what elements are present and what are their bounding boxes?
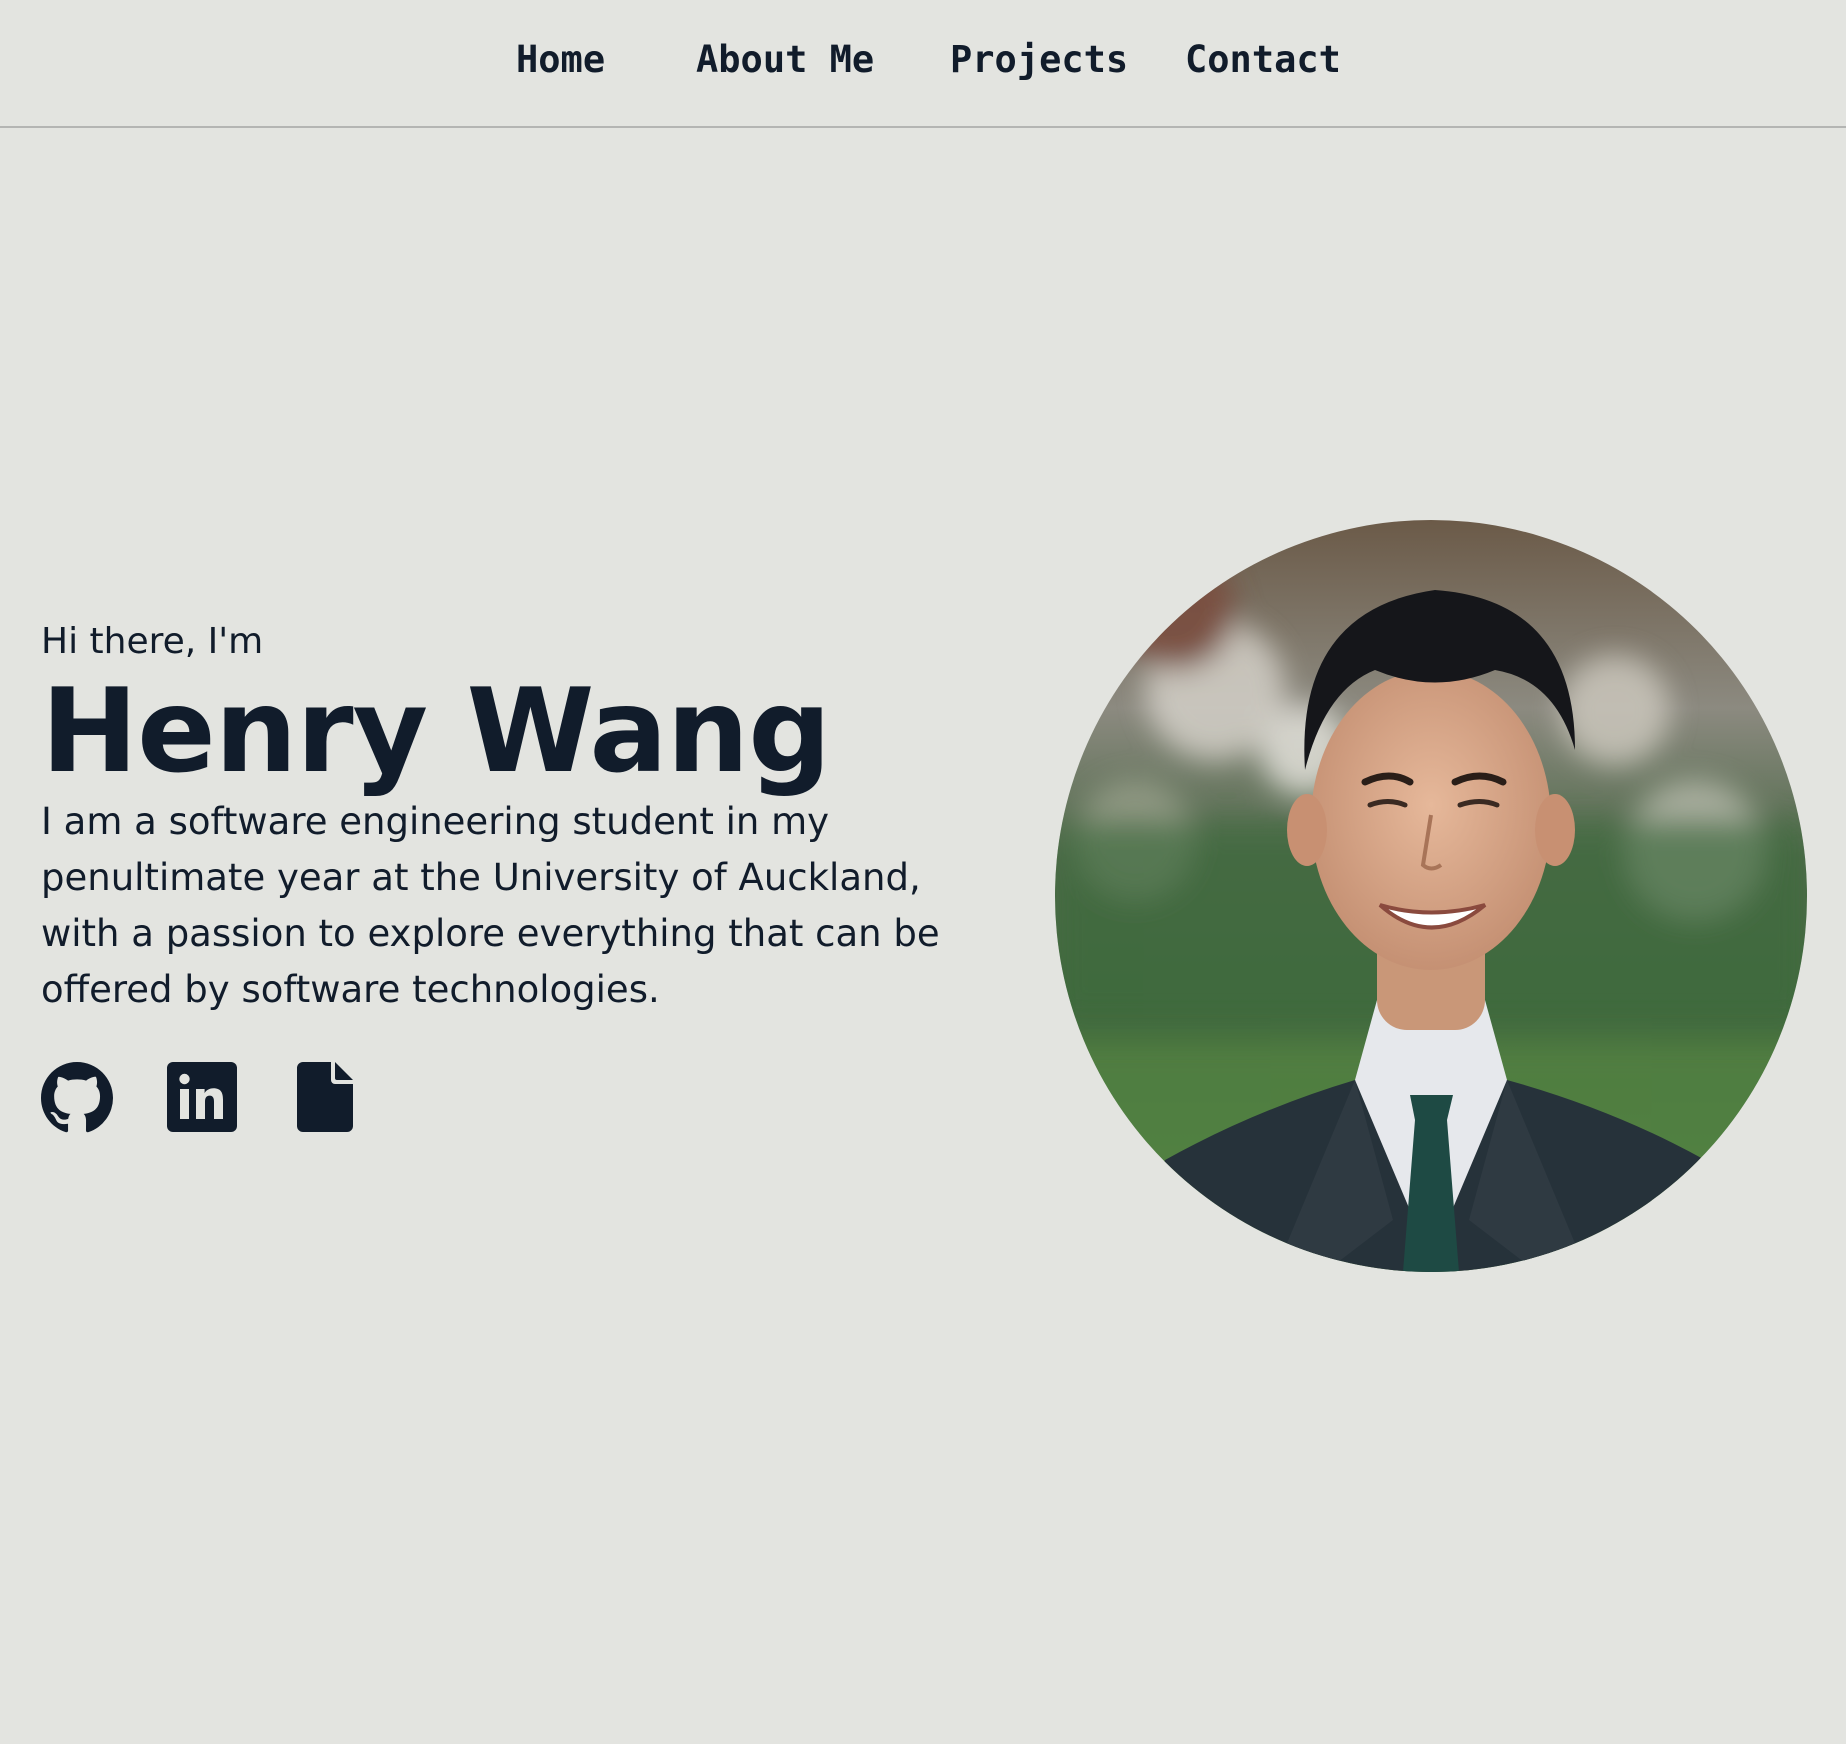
file-icon [297, 1062, 353, 1132]
hero-name: Henry Wang [41, 664, 831, 799]
nav-item-about-me[interactable]: About Me [696, 36, 874, 84]
profile-photo [1055, 520, 1807, 1272]
github-icon [41, 1062, 113, 1134]
nav-item-contact[interactable]: Contact [1185, 36, 1341, 84]
github-link[interactable] [41, 1062, 113, 1134]
nav-item-projects[interactable]: Projects [950, 36, 1128, 84]
hero-intro: Hi there, I'm Henry Wang I am a software… [41, 614, 1031, 1018]
top-navbar: Home About Me Projects Contact [0, 0, 1846, 128]
portrait-illustration [1055, 520, 1807, 1272]
hero-bio: I am a software engineering student in m… [41, 800, 940, 1011]
linkedin-icon [167, 1062, 237, 1132]
nav-item-home[interactable]: Home [516, 36, 605, 84]
linkedin-link[interactable] [167, 1062, 237, 1132]
hero-greeting: Hi there, I'm [41, 621, 264, 662]
resume-link[interactable] [297, 1062, 353, 1132]
